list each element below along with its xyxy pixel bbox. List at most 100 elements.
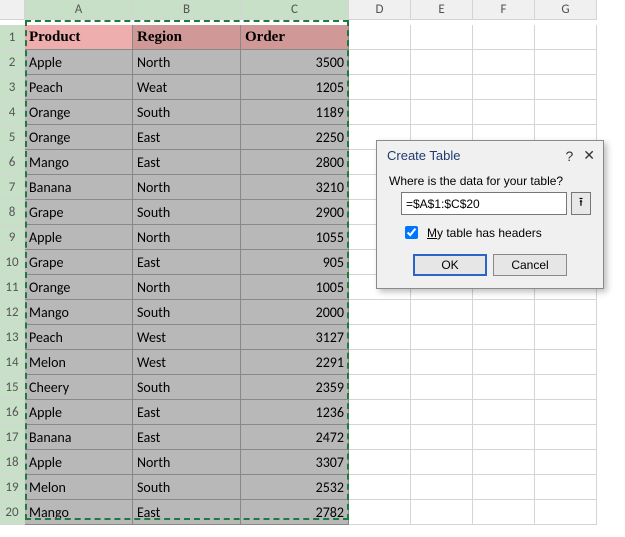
data-cell[interactable]: Banana bbox=[25, 425, 133, 450]
data-cell[interactable]: Banana bbox=[25, 175, 133, 200]
row-header-19[interactable]: 19 bbox=[0, 475, 25, 500]
empty-cell[interactable] bbox=[535, 75, 597, 100]
empty-cell[interactable] bbox=[411, 450, 473, 475]
row-header-3[interactable]: 3 bbox=[0, 75, 25, 100]
range-input[interactable] bbox=[401, 192, 567, 215]
empty-cell[interactable] bbox=[349, 400, 411, 425]
empty-cell[interactable] bbox=[411, 425, 473, 450]
ok-button[interactable]: OK bbox=[413, 254, 487, 276]
empty-cell[interactable] bbox=[535, 475, 597, 500]
header-cell[interactable]: Order bbox=[241, 25, 349, 50]
row-header-2[interactable]: 2 bbox=[0, 50, 25, 75]
empty-cell[interactable] bbox=[349, 100, 411, 125]
data-cell[interactable]: 1236 bbox=[241, 400, 349, 425]
data-cell[interactable]: North bbox=[133, 450, 241, 475]
data-cell[interactable]: Peach bbox=[25, 75, 133, 100]
empty-cell[interactable] bbox=[411, 300, 473, 325]
data-cell[interactable]: Melon bbox=[25, 350, 133, 375]
data-cell[interactable]: South bbox=[133, 300, 241, 325]
data-cell[interactable]: North bbox=[133, 175, 241, 200]
header-cell[interactable]: Product bbox=[25, 25, 133, 50]
empty-cell[interactable] bbox=[535, 425, 597, 450]
column-header-E[interactable]: E bbox=[411, 0, 473, 20]
select-all-corner[interactable] bbox=[0, 0, 25, 20]
empty-cell[interactable] bbox=[473, 375, 535, 400]
empty-cell[interactable] bbox=[411, 50, 473, 75]
column-header-C[interactable]: C bbox=[241, 0, 349, 20]
empty-cell[interactable] bbox=[349, 500, 411, 525]
row-header-10[interactable]: 10 bbox=[0, 250, 25, 275]
empty-cell[interactable] bbox=[473, 100, 535, 125]
data-cell[interactable]: Apple bbox=[25, 400, 133, 425]
empty-cell[interactable] bbox=[411, 25, 473, 50]
empty-cell[interactable] bbox=[411, 400, 473, 425]
cancel-button[interactable]: Cancel bbox=[493, 254, 567, 276]
row-header-9[interactable]: 9 bbox=[0, 225, 25, 250]
empty-cell[interactable] bbox=[473, 325, 535, 350]
data-cell[interactable]: North bbox=[133, 50, 241, 75]
empty-cell[interactable] bbox=[535, 300, 597, 325]
empty-cell[interactable] bbox=[473, 500, 535, 525]
empty-cell[interactable] bbox=[411, 75, 473, 100]
empty-cell[interactable] bbox=[473, 425, 535, 450]
data-cell[interactable]: 1189 bbox=[241, 100, 349, 125]
data-cell[interactable]: Mango bbox=[25, 300, 133, 325]
data-cell[interactable]: South bbox=[133, 375, 241, 400]
data-cell[interactable]: 1055 bbox=[241, 225, 349, 250]
empty-cell[interactable] bbox=[411, 375, 473, 400]
data-cell[interactable]: Orange bbox=[25, 100, 133, 125]
empty-cell[interactable] bbox=[349, 300, 411, 325]
empty-cell[interactable] bbox=[411, 475, 473, 500]
empty-cell[interactable] bbox=[535, 25, 597, 50]
empty-cell[interactable] bbox=[473, 300, 535, 325]
empty-cell[interactable] bbox=[411, 325, 473, 350]
data-cell[interactable]: 2782 bbox=[241, 500, 349, 525]
empty-cell[interactable] bbox=[473, 475, 535, 500]
data-cell[interactable]: 1205 bbox=[241, 75, 349, 100]
data-cell[interactable]: 905 bbox=[241, 250, 349, 275]
data-cell[interactable]: North bbox=[133, 225, 241, 250]
header-cell[interactable]: Region bbox=[133, 25, 241, 50]
empty-cell[interactable] bbox=[473, 50, 535, 75]
empty-cell[interactable] bbox=[473, 450, 535, 475]
data-cell[interactable]: Melon bbox=[25, 475, 133, 500]
empty-cell[interactable] bbox=[535, 350, 597, 375]
data-cell[interactable]: Apple bbox=[25, 225, 133, 250]
column-header-B[interactable]: B bbox=[133, 0, 241, 20]
row-header-16[interactable]: 16 bbox=[0, 400, 25, 425]
data-cell[interactable]: Mango bbox=[25, 500, 133, 525]
data-cell[interactable]: 3307 bbox=[241, 450, 349, 475]
empty-cell[interactable] bbox=[411, 500, 473, 525]
data-cell[interactable]: 3210 bbox=[241, 175, 349, 200]
empty-cell[interactable] bbox=[349, 75, 411, 100]
row-header-13[interactable]: 13 bbox=[0, 325, 25, 350]
empty-cell[interactable] bbox=[411, 350, 473, 375]
data-cell[interactable]: East bbox=[133, 150, 241, 175]
data-cell[interactable]: Orange bbox=[25, 275, 133, 300]
row-header-14[interactable]: 14 bbox=[0, 350, 25, 375]
data-cell[interactable]: West bbox=[133, 350, 241, 375]
empty-cell[interactable] bbox=[535, 50, 597, 75]
data-cell[interactable]: South bbox=[133, 475, 241, 500]
data-cell[interactable]: 2900 bbox=[241, 200, 349, 225]
close-icon[interactable]: ✕ bbox=[583, 147, 595, 164]
empty-cell[interactable] bbox=[411, 100, 473, 125]
column-header-A[interactable]: A bbox=[25, 0, 133, 20]
empty-cell[interactable] bbox=[535, 100, 597, 125]
empty-cell[interactable] bbox=[535, 325, 597, 350]
data-cell[interactable]: 2359 bbox=[241, 375, 349, 400]
data-cell[interactable]: Grape bbox=[25, 200, 133, 225]
data-cell[interactable]: Grape bbox=[25, 250, 133, 275]
row-header-5[interactable]: 5 bbox=[0, 125, 25, 150]
row-header-4[interactable]: 4 bbox=[0, 100, 25, 125]
empty-cell[interactable] bbox=[473, 400, 535, 425]
empty-cell[interactable] bbox=[535, 500, 597, 525]
row-header-11[interactable]: 11 bbox=[0, 275, 25, 300]
empty-cell[interactable] bbox=[535, 400, 597, 425]
row-header-20[interactable]: 20 bbox=[0, 500, 25, 525]
data-cell[interactable]: North bbox=[133, 275, 241, 300]
row-header-15[interactable]: 15 bbox=[0, 375, 25, 400]
data-cell[interactable]: Weat bbox=[133, 75, 241, 100]
data-cell[interactable]: 3127 bbox=[241, 325, 349, 350]
empty-cell[interactable] bbox=[535, 450, 597, 475]
